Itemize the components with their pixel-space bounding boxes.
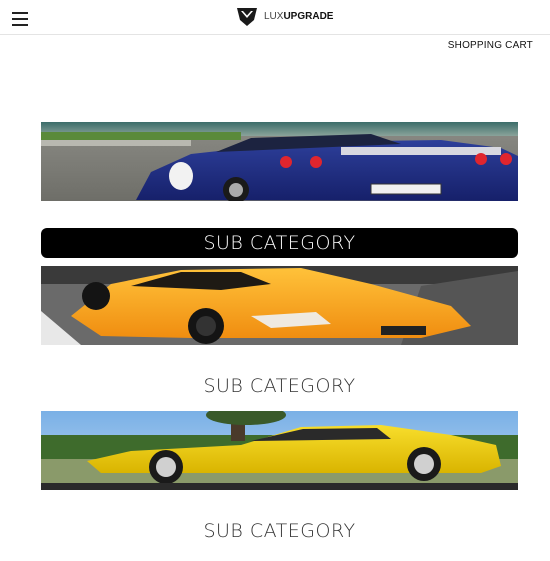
site-logo[interactable]: LUXUPGRADE [236,6,333,28]
hamburger-menu-icon[interactable] [12,12,28,26]
category-card-3[interactable]: SUB CATEGORY [41,411,518,543]
category-image-blue-race-car[interactable] [41,122,518,201]
site-header: LUXUPGRADE [0,0,550,35]
category-card-1[interactable]: SUB CATEGORY [41,122,518,258]
category-image-orange-supercar[interactable] [41,266,518,345]
sub-category-label-1[interactable]: SUB CATEGORY [41,228,518,258]
shopping-cart-link[interactable]: SHOPPING CART [448,40,533,51]
sub-category-label-3[interactable]: SUB CATEGORY [41,519,518,543]
logo-wordmark: LUXUPGRADE [264,11,334,22]
shield-logo-icon [237,8,257,26]
category-image-yellow-sports-car[interactable] [41,411,518,490]
sub-category-label-2[interactable]: SUB CATEGORY [41,374,518,398]
category-card-2[interactable]: SUB CATEGORY [41,266,518,398]
